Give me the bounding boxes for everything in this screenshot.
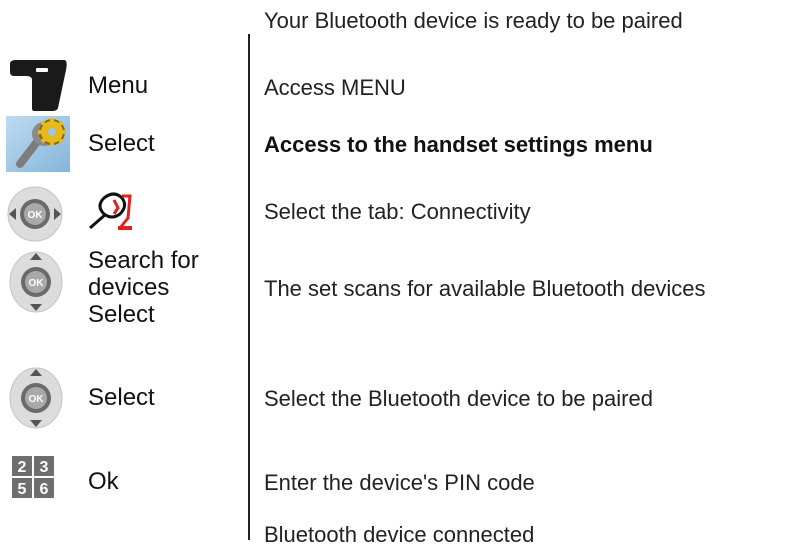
step-connected-description: Bluetooth device connected	[264, 522, 535, 547]
step-scan-description: The set scans for available Bluetooth de…	[264, 276, 706, 301]
svg-text:OK: OK	[29, 394, 45, 405]
nav-left-right-icon: OK	[6, 185, 64, 248]
select-search-label: Select	[88, 301, 155, 328]
keypad-digit-2: 2	[18, 459, 27, 476]
step-select-device-description: Select the Bluetooth device to be paired	[264, 386, 653, 411]
column-divider	[248, 34, 250, 540]
keypad-digit-6: 6	[40, 481, 49, 498]
step-tab-description: Select the tab: Connectivity	[264, 199, 531, 224]
connectivity-tab-icon	[84, 188, 140, 241]
devices-label: devices	[88, 274, 170, 301]
ok-key-label: Ok	[88, 468, 119, 495]
nav-up-down-icon: OK	[8, 366, 64, 435]
search-for-label: Search for	[88, 247, 199, 274]
keypad-icon: 2 3 5 6	[12, 456, 54, 503]
step-settings-description: Access to the handset settings menu	[264, 132, 653, 157]
select-device-key-label: Select	[88, 384, 155, 411]
keypad-digit-3: 3	[40, 459, 49, 476]
step-pin-description: Enter the device's PIN code	[264, 470, 535, 495]
settings-tools-icon	[6, 116, 70, 177]
svg-text:OK: OK	[29, 278, 45, 289]
svg-text:OK: OK	[28, 210, 44, 221]
step-ready-description: Your Bluetooth device is ready to be pai…	[264, 8, 683, 33]
menu-key-label: Menu	[88, 72, 149, 99]
keypad-digit-5: 5	[18, 481, 27, 498]
step-menu-description: Access MENU	[264, 75, 406, 100]
nav-up-down-icon: OK	[8, 250, 64, 319]
select-settings-key-label: Select	[88, 130, 155, 157]
softkey-icon	[6, 58, 68, 117]
